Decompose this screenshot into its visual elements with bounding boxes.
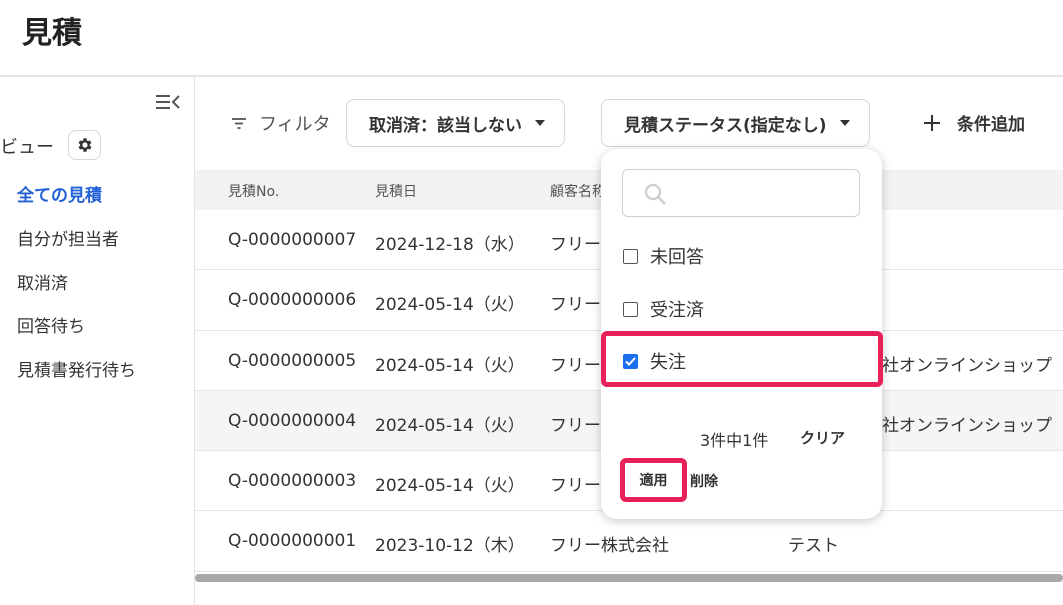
cell-date: 2024-05-14（火） [375,355,525,376]
filter-label-text: フィルタ [259,114,331,135]
cell-extra: 会社オンラインショップ [865,355,1052,376]
checkbox-unchecked-icon[interactable] [623,248,638,264]
cell-customer: フリー [550,415,601,436]
filter-icon [232,118,246,129]
cell-no: Q-0000000007 [228,230,357,250]
status-option-label: 失注 [650,352,686,373]
caret-down-icon [839,120,850,126]
estimate-status-popup: 未回答 受注済 失注 3件中1件 クリア 適用 削除 [601,149,883,519]
sidebar-item-awaiting-reply[interactable]: 回答待ち [17,312,85,337]
gear-icon [78,138,91,152]
apply-button[interactable]: 適用 [620,458,687,502]
page-title: 見積 [22,16,82,51]
cell-no: Q-0000000001 [228,531,357,552]
collapse-sidebar-icon[interactable] [155,91,181,113]
checkbox-checked-icon[interactable] [623,353,638,369]
filter-label[interactable]: フィルタ [231,110,331,136]
cell-customer: フリー [550,235,601,255]
cell-customer: フリー [550,295,601,316]
table-row[interactable]: Q-0000000001 2023-10-12（木） フリー株式会社 テスト [195,511,1063,572]
cell-extra: 会社オンラインショップ [865,415,1052,436]
checkbox-unchecked-icon[interactable] [623,301,638,317]
cell-date: 2024-05-14（火） [375,476,525,497]
view-settings-button[interactable] [68,130,101,160]
column-header-date[interactable]: 見積日 [375,181,417,201]
delete-button[interactable]: 削除 [690,471,718,491]
filter-chip-cancelled[interactable]: 取消済：該当しない [346,99,565,147]
cell-customer: フリー株式会社 [550,536,669,557]
sidebar-item-cancelled[interactable]: 取消済 [17,269,68,294]
sidebar-item-awaiting-issue[interactable]: 見積書発行待ち [17,356,136,381]
add-condition-label: 条件追加 [957,115,1025,135]
sidebar-item-all-estimates[interactable]: 全ての見積 [17,181,102,206]
plus-icon [924,114,940,131]
cell-no: Q-0000000003 [228,471,357,492]
cell-date: 2024-05-14（火） [375,295,525,316]
clear-button[interactable]: クリア [800,427,845,448]
cell-customer: フリー [550,476,601,497]
cell-date: 2024-12-18（水） [375,235,525,255]
sidebar-item-my-estimates[interactable]: 自分が担当者 [17,225,119,250]
filter-chip-estimate-status[interactable]: 見積ステータス(指定なし) [601,99,870,147]
horizontal-scrollbar[interactable] [195,574,1063,582]
filter-chip-label: 見積ステータス(指定なし) [624,115,827,136]
caret-down-icon [535,120,545,126]
status-option-unanswered[interactable]: 未回答 [623,243,704,269]
status-option-label: 受注済 [650,300,704,321]
add-condition-button[interactable]: 条件追加 [923,110,1025,135]
cell-no: Q-0000000005 [228,350,357,371]
selection-count: 3件中1件 [700,431,769,450]
view-label: ビュー [0,137,54,158]
cell-extra: テスト [788,536,839,557]
status-search-input[interactable] [622,169,860,217]
filter-chip-label: 取消済：該当しない [369,115,522,136]
column-header-no[interactable]: 見積No. [228,181,279,201]
sidebar: ビュー 全ての見積 自分が担当者 取消済 回答待ち 見積書発行待ち [0,77,195,605]
cell-date: 2023-10-12（木） [375,536,525,557]
cell-date: 2024-05-14（火） [375,415,525,436]
scrollbar-thumb[interactable] [195,574,1063,582]
cell-no: Q-0000000004 [228,410,357,431]
status-option-lost[interactable]: 失注 [623,348,686,374]
status-option-ordered[interactable]: 受注済 [623,296,704,322]
cell-no: Q-0000000006 [228,290,357,311]
status-option-label: 未回答 [650,247,704,268]
search-icon [644,183,666,205]
column-header-customer[interactable]: 顧客名称 [550,181,606,201]
cell-customer: フリー [550,355,601,376]
page-header: 見積 [0,0,1063,77]
